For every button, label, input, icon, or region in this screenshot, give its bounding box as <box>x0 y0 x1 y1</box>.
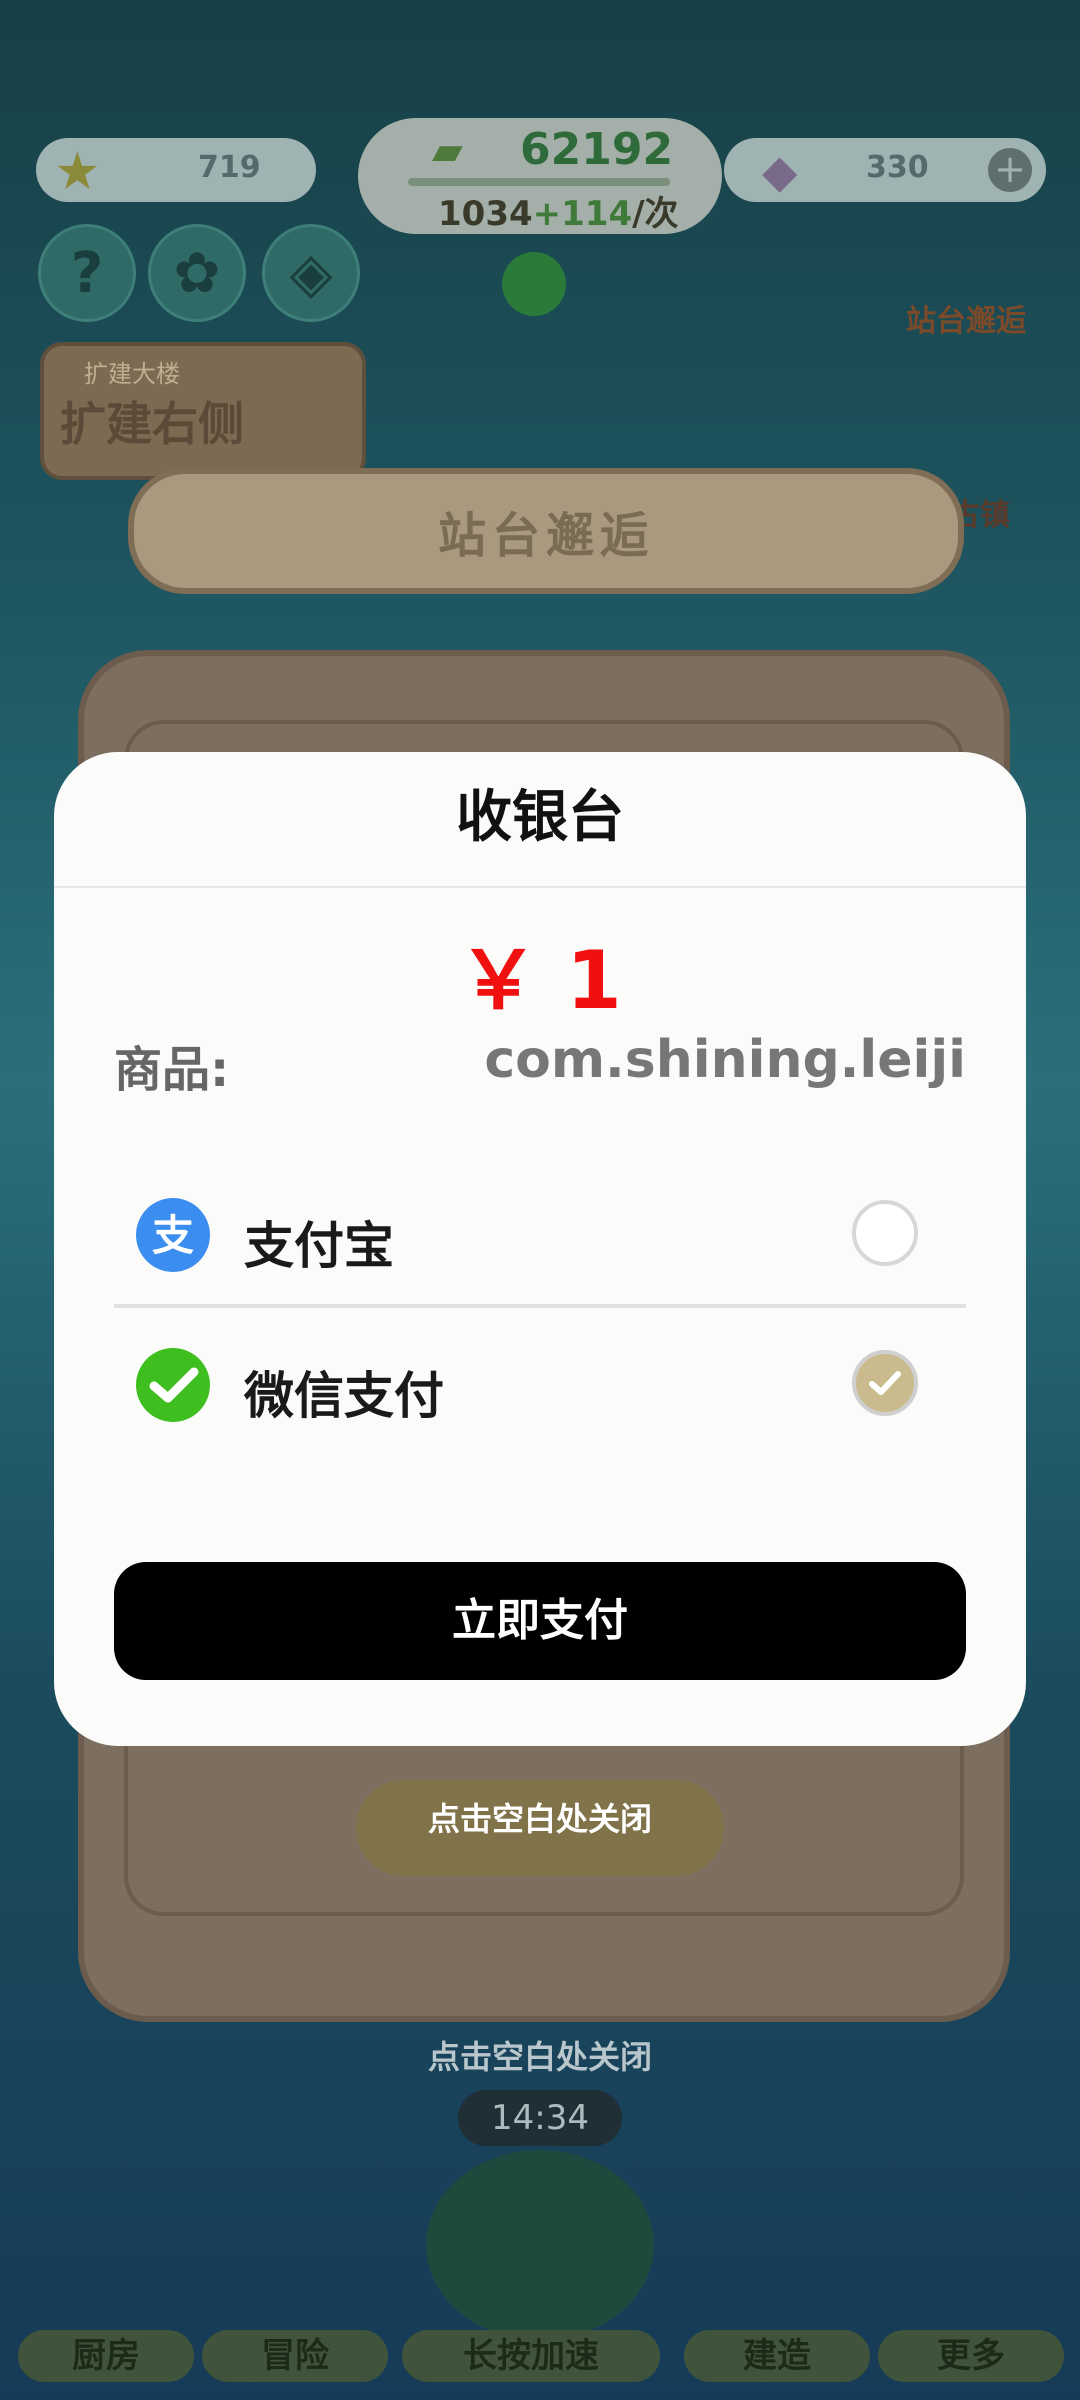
product-label: 商品: <box>114 1042 230 1098</box>
stars-counter: ★ 719 <box>36 138 316 202</box>
alipay-icon: 支 <box>136 1198 210 1272</box>
settings-button[interactable]: ✿ <box>148 224 246 322</box>
income-unit: /次 <box>632 194 679 234</box>
encounter-banner: 站台邂逅 <box>128 468 964 594</box>
cash-value: 62192 <box>520 124 674 175</box>
income-bonus: +114 <box>532 194 633 234</box>
alipay-radio[interactable] <box>852 1200 918 1266</box>
clapper-icon <box>426 2150 654 2340</box>
expand-tag: 扩建大楼 <box>84 360 180 388</box>
pay-now-button[interactable]: 立即支付 <box>114 1562 966 1680</box>
product-value: com.shining.leiji <box>484 1030 966 1090</box>
tab-hold-speedup[interactable]: 长按加速 <box>402 2330 660 2382</box>
inner-close-hint[interactable]: 点击空白处关闭 <box>0 1794 1080 1840</box>
tab-kitchen[interactable]: 厨房 <box>18 2330 194 2382</box>
price-amount: ￥ 1 <box>458 934 622 1027</box>
speedup-timer: 14:34 <box>458 2090 622 2146</box>
outer-close-hint[interactable]: 点击空白处关闭 <box>0 2032 1080 2078</box>
tab-adventure[interactable]: 冒险 <box>202 2330 388 2382</box>
income-base: 1034 <box>438 194 533 234</box>
income-bar <box>408 178 670 186</box>
gem-icon: ◆ <box>762 144 798 198</box>
svg-text:支: 支 <box>152 1211 194 1260</box>
cashier-title: 收银台 <box>456 785 624 850</box>
stars-value: 719 <box>198 150 261 185</box>
income-rate: 1034+114/次 <box>438 186 679 235</box>
help-button[interactable]: ? <box>38 224 136 322</box>
expand-label: 扩建右侧 <box>60 397 244 451</box>
wechat-pay-label: 微信支付 <box>244 1367 444 1425</box>
title-divider <box>54 886 1026 888</box>
alipay-label: 支付宝 <box>244 1217 394 1275</box>
pay-method-wechat[interactable]: 微信支付 <box>114 1326 966 1446</box>
tab-build[interactable]: 建造 <box>684 2330 870 2382</box>
add-gems-button[interactable]: + <box>988 148 1032 192</box>
methods-divider <box>114 1304 966 1308</box>
gift-button[interactable]: ◈ <box>262 224 360 322</box>
cash-panel: ▰ 62192 1034+114/次 <box>358 118 722 234</box>
pay-method-alipay[interactable]: 支 支付宝 <box>114 1176 966 1296</box>
station-label: 站台邂逅 <box>906 304 1026 339</box>
wechat-pay-radio[interactable] <box>852 1350 918 1416</box>
expand-building-button[interactable]: 扩建大楼 扩建右侧 <box>40 342 366 480</box>
mood-face-icon <box>502 252 566 316</box>
cash-icon: ▰ <box>432 128 463 174</box>
star-icon: ★ <box>54 142 101 202</box>
gems-counter: ◆ 330 + <box>724 138 1046 202</box>
tab-more[interactable]: 更多 <box>878 2330 1064 2382</box>
wechat-pay-icon <box>136 1348 210 1422</box>
station-shortcut[interactable]: 站台邂逅 <box>906 232 1036 342</box>
gems-value: 330 <box>866 150 929 185</box>
